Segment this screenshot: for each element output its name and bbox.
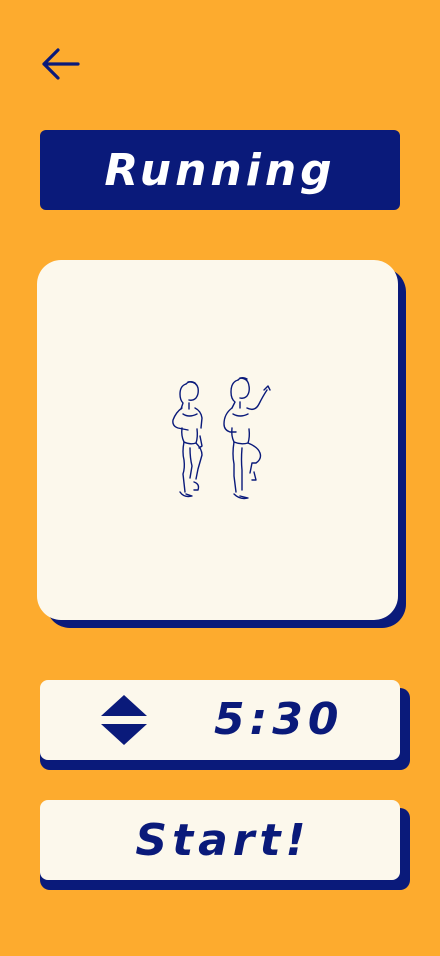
running-in-place-illustration — [171, 377, 271, 500]
page-title: Running — [104, 144, 336, 196]
page-title-bar: Running — [40, 130, 400, 210]
back-button[interactable] — [36, 44, 84, 88]
start-button-label: Start! — [135, 814, 311, 866]
arrow-left-icon — [40, 48, 80, 84]
exercise-card — [37, 260, 398, 620]
duration-value: 5:30 — [214, 694, 344, 745]
start-button[interactable]: Start! — [40, 800, 400, 880]
up-down-stepper-icon — [100, 695, 148, 750]
timer-card: 5:30 — [40, 680, 400, 760]
duration-stepper[interactable] — [100, 694, 148, 746]
